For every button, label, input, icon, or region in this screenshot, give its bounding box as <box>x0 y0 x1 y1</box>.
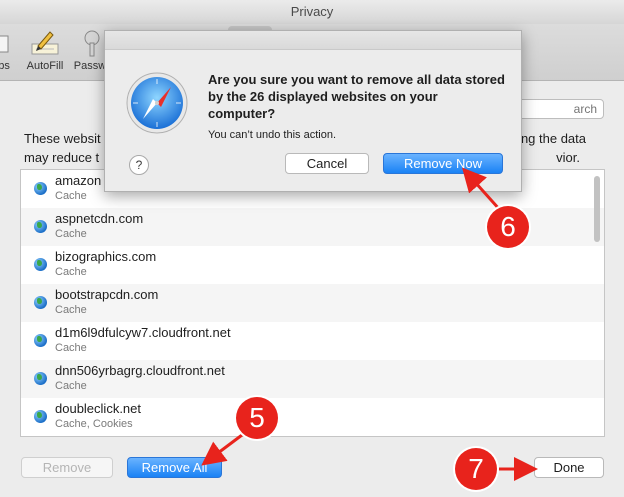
remove-now-button[interactable]: Remove Now <box>383 153 503 174</box>
description-line2-right: vior. <box>556 150 580 165</box>
description-line1-right: ng the data <box>520 131 586 146</box>
list-item[interactable]: bootstrapcdn.com Cache <box>21 284 604 322</box>
list-scrollbar-thumb[interactable] <box>594 176 600 242</box>
globe-icon <box>34 296 47 309</box>
list-item[interactable]: dnn506yrbagrg.cloudfront.net Cache <box>21 360 604 398</box>
globe-icon <box>34 372 47 385</box>
step-5-callout: 5 <box>236 397 278 439</box>
remove-button[interactable]: Remove <box>21 457 113 478</box>
description-line2-left: may reduce t <box>24 150 100 165</box>
globe-icon <box>34 182 47 195</box>
done-button[interactable]: Done <box>534 457 604 478</box>
site-name: dnn506yrbagrg.cloudfront.net <box>55 363 225 378</box>
dialog-header-bar <box>105 31 521 50</box>
site-data-kind: Cache <box>55 190 87 202</box>
globe-icon <box>34 258 47 271</box>
site-name: d1m6l9dfulcyw7.cloudfront.net <box>55 325 231 340</box>
autofill-pencil-icon <box>22 28 68 58</box>
tabs-icon <box>0 28 16 58</box>
window-titlebar: Privacy <box>0 0 624 24</box>
step-7-callout: 7 <box>455 448 497 490</box>
toolbar-tabs-tab[interactable]: abs <box>0 28 16 76</box>
cancel-button[interactable]: Cancel <box>285 153 369 174</box>
site-data-kind: Cache <box>55 380 87 392</box>
toolbar-autofill-tab[interactable]: AutoFill <box>22 28 68 76</box>
list-item[interactable]: doubleclick.net Cache, Cookies <box>21 398 604 436</box>
toolbar-autofill-label: AutoFill <box>26 60 64 72</box>
confirm-remove-dialog: Are you sure you want to remove all data… <box>104 30 522 192</box>
dialog-title: Are you sure you want to remove all data… <box>208 72 505 121</box>
step-6-callout: 6 <box>487 206 529 248</box>
site-name: aspnetcdn.com <box>55 211 144 226</box>
site-data-kind: Cache <box>55 228 87 240</box>
globe-icon <box>34 410 47 423</box>
globe-icon <box>34 334 47 347</box>
site-name: amazon <box>55 173 102 188</box>
site-data-kind: Cache <box>55 266 87 278</box>
site-data-kind: Cache <box>55 304 87 316</box>
site-name: bizographics.com <box>55 249 157 264</box>
list-item[interactable]: d1m6l9dfulcyw7.cloudfront.net Cache <box>21 322 604 360</box>
site-data-kind: Cache <box>55 342 87 354</box>
safari-compass-icon <box>125 71 189 135</box>
list-item[interactable]: bizographics.com Cache <box>21 246 604 284</box>
window-title: Privacy <box>290 4 334 19</box>
toolbar-tabs-label: abs <box>0 60 10 72</box>
site-name: bootstrapcdn.com <box>55 287 159 302</box>
description-line1-left: These websit <box>24 131 101 146</box>
help-icon[interactable]: ? <box>129 155 149 175</box>
globe-icon <box>34 220 47 233</box>
site-name: doubleclick.net <box>55 401 141 416</box>
site-data-kind: Cache, Cookies <box>55 418 133 430</box>
dialog-subtitle: You can’t undo this action. <box>208 129 337 141</box>
remove-all-button[interactable]: Remove All <box>127 457 222 478</box>
